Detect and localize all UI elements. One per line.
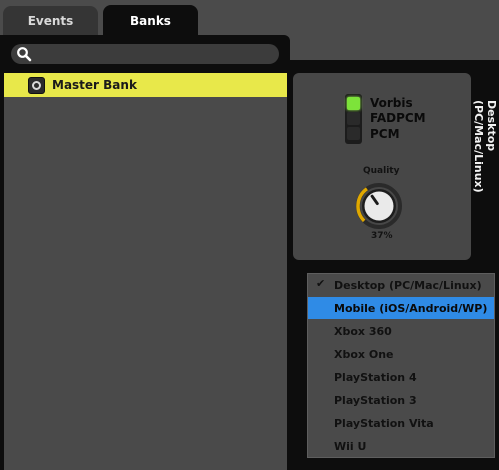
menu-item-label: PlayStation 4	[334, 370, 417, 384]
codec-label-fadpcm[interactable]: FADPCM	[370, 111, 426, 125]
platform-label-text: Desktop (PC/Mac/Linux)	[472, 100, 498, 193]
menu-item-wii-u[interactable]: Wii U	[308, 435, 494, 457]
codec-label-vorbis[interactable]: Vorbis	[370, 96, 413, 110]
menu-item-desktop[interactable]: ✔ Desktop (PC/Mac/Linux)	[308, 274, 494, 296]
menu-item-playstation-4[interactable]: PlayStation 4	[308, 366, 494, 388]
list-item-master-bank[interactable]: Master Bank	[4, 73, 287, 97]
codec-panel: Vorbis FADPCM PCM Quality 37%	[293, 73, 471, 260]
quality-label: Quality	[363, 166, 400, 176]
menu-item-label: PlayStation Vita	[334, 416, 434, 430]
menu-item-label: Xbox 360	[334, 324, 392, 338]
menu-item-mobile[interactable]: Mobile (iOS/Android/WP)	[308, 297, 494, 319]
tab-events-label: Events	[27, 13, 74, 28]
menu-item-playstation-3[interactable]: PlayStation 3	[308, 389, 494, 411]
menu-item-playstation-vita[interactable]: PlayStation Vita	[308, 412, 494, 434]
fadpcm-led[interactable]	[347, 112, 360, 125]
tab-banks[interactable]: Banks	[103, 5, 198, 36]
menu-item-label: Wii U	[334, 439, 367, 453]
menu-item-label: Desktop (PC/Mac/Linux)	[334, 278, 482, 292]
banks-browser-panel: Master Bank	[0, 35, 290, 470]
tab-events[interactable]: Events	[3, 6, 98, 35]
menu-item-label: Xbox One	[334, 347, 394, 361]
menu-item-label: Mobile (iOS/Android/WP)	[334, 301, 488, 315]
menu-item-xbox-360[interactable]: Xbox 360	[308, 320, 494, 342]
knob-icon	[356, 183, 402, 229]
bank-icon	[28, 76, 45, 94]
quality-knob[interactable]	[355, 182, 403, 230]
pcm-led[interactable]	[347, 127, 360, 140]
bank-list: Master Bank	[4, 73, 287, 470]
search-input[interactable]	[11, 44, 279, 64]
vorbis-led[interactable]	[347, 97, 360, 110]
search-icon	[17, 47, 32, 62]
platform-dropdown-menu: ✔ Desktop (PC/Mac/Linux) Mobile (iOS/And…	[307, 273, 495, 458]
quality-value: 37%	[371, 231, 393, 241]
codec-indicator-group	[345, 94, 362, 144]
checkmark-icon: ✔	[316, 277, 326, 290]
menu-item-label: PlayStation 3	[334, 393, 417, 407]
platform-label: Desktop (PC/Mac/Linux)	[472, 100, 498, 238]
menu-item-xbox-one[interactable]: Xbox One	[308, 343, 494, 365]
bank-label: Master Bank	[52, 78, 137, 92]
tab-banks-label: Banks	[130, 13, 171, 28]
codec-label-pcm[interactable]: PCM	[370, 127, 400, 141]
